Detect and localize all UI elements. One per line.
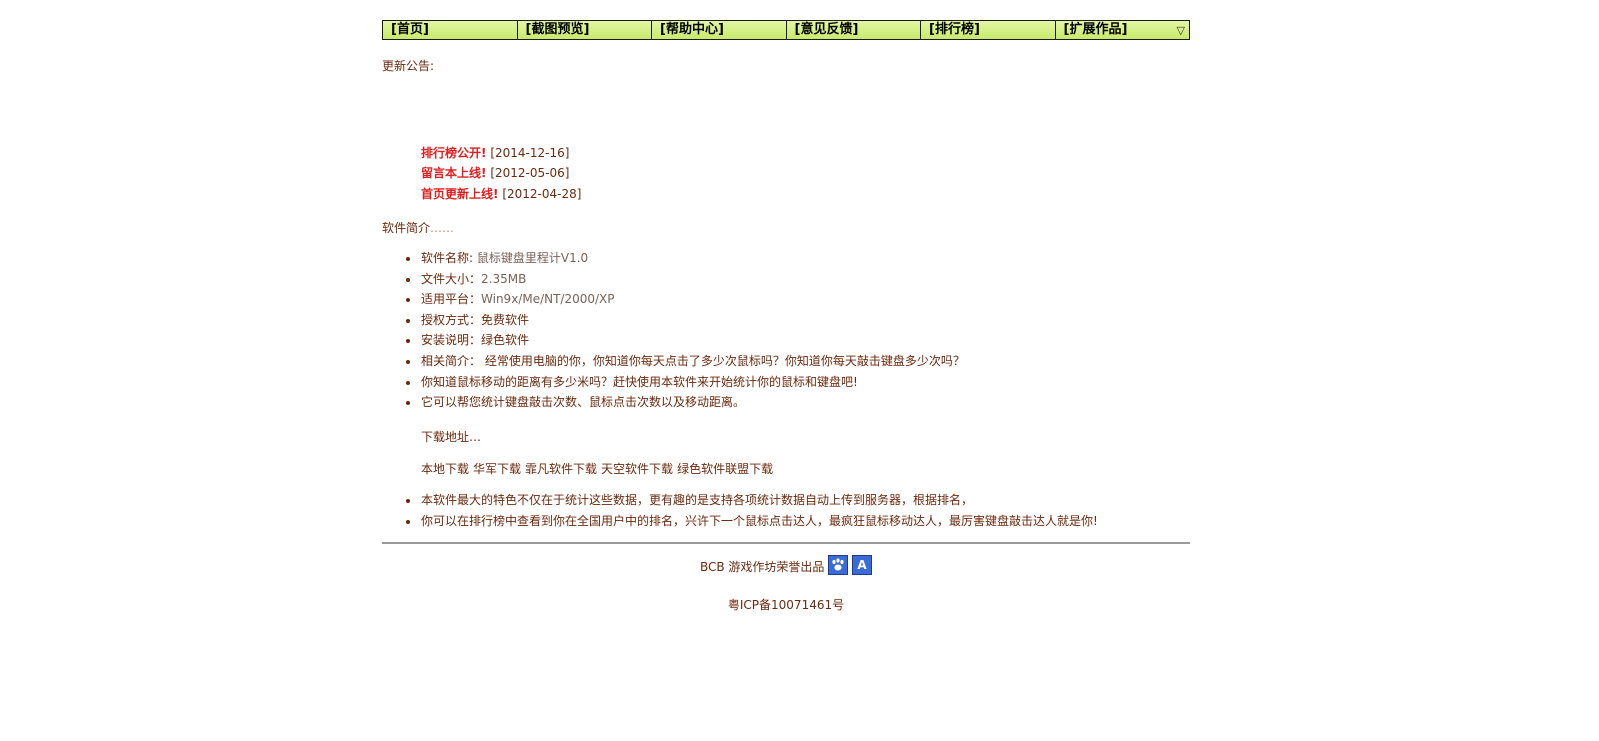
- news-title-link[interactable]: 留言本上线!: [421, 166, 486, 180]
- feature-value: 2.35MB: [481, 271, 527, 286]
- download-heading: 下载地址…: [421, 430, 482, 444]
- download-links: 本地下载 华军下载 霏凡软件下载 天空软件下载 绿色软件联盟下载: [421, 460, 777, 477]
- feature-value: 经常使用电脑的你，你知道你每天点击了多少次鼠标吗？你知道你每天敲击键盘多少次吗？: [481, 353, 965, 368]
- page-container: [首页] [截图预览] [帮助中心] [意见反馈] [排行榜] [扩展作品] ▽…: [382, 20, 1190, 612]
- download-link-skycn[interactable]: 天空软件下载: [601, 462, 673, 476]
- news-item: 排行榜公开! [2014-12-16]: [421, 144, 569, 161]
- feature-list: 软件名称: 鼠标键盘里程计V1.0 文件大小：2.35MB 适用平台：Win9x…: [382, 248, 965, 413]
- download-link-huajun[interactable]: 华军下载: [473, 462, 521, 476]
- divider: [382, 542, 1190, 544]
- feature-list-extra: 本软件最大的特色不仅在于统计这些数据，更有趣的是支持各项统计数据自动上传到服务器…: [382, 490, 1098, 531]
- nav-feedback[interactable]: [意见反馈]: [787, 21, 921, 39]
- feature-key: 安装说明：: [421, 333, 482, 348]
- list-item: 它可以帮您统计键盘敲击次数、鼠标点击次数以及移动距离。: [382, 392, 965, 413]
- intro-ellipsis: ……: [430, 221, 455, 235]
- feature-key: 软件名称:: [421, 251, 477, 265]
- download-link-local[interactable]: 本地下载: [421, 462, 469, 476]
- news-title-link[interactable]: 排行榜公开!: [421, 146, 486, 160]
- nav-ranking[interactable]: [排行榜]: [921, 21, 1056, 39]
- feature-key: 适用平台：: [421, 292, 482, 307]
- feature-key: 文件大小：: [421, 271, 482, 286]
- news-title-link[interactable]: 首页更新上线!: [421, 187, 498, 201]
- feature-value: 鼠标键盘里程计V1.0: [476, 251, 589, 265]
- nav-extensions[interactable]: [扩展作品] ▽: [1056, 21, 1190, 39]
- list-item: 本软件最大的特色不仅在于统计这些数据，更有趣的是支持各项统计数据自动上传到服务器…: [382, 490, 1098, 511]
- news-date: [2012-04-28]: [502, 187, 582, 201]
- nav-screenshots[interactable]: [截图预览]: [518, 21, 652, 39]
- list-item: 你知道鼠标移动的距离有多少米吗？赶快使用本软件来开始统计你的鼠标和键盘吧!: [382, 372, 965, 393]
- nav-extensions-label: [扩展作品]: [1063, 22, 1128, 37]
- top-nav: [首页] [截图预览] [帮助中心] [意见反馈] [排行榜] [扩展作品] ▽: [382, 20, 1190, 40]
- icp-record[interactable]: 粤ICP备10071461号: [382, 596, 1190, 613]
- feature-value: 你知道鼠标移动的距离有多少米吗？赶快使用本软件来开始统计你的鼠标和键盘吧!: [421, 374, 858, 389]
- intro-heading-text: 软件简介: [382, 221, 431, 235]
- paw-icon[interactable]: [828, 555, 849, 575]
- news-item: 留言本上线! [2012-05-06]: [421, 164, 569, 181]
- list-item: 文件大小：2.35MB: [382, 269, 965, 290]
- feature-key: 相关简介：: [421, 353, 482, 368]
- feature-key: 授权方式：: [421, 312, 482, 327]
- feature-value: 绿色软件: [481, 333, 530, 348]
- announcement-heading: 更新公告:: [382, 59, 435, 73]
- nav-feedback-label: [意见反馈]: [794, 22, 859, 37]
- dropdown-arrow-icon[interactable]: ▽: [1177, 22, 1185, 40]
- news-date: [2012-05-06]: [490, 166, 570, 180]
- feature-value: Win9x/Me/NT/2000/XP: [481, 292, 615, 307]
- download-link-greensoft[interactable]: 绿色软件联盟下载: [677, 462, 773, 476]
- nav-help-label: [帮助中心]: [660, 22, 724, 37]
- credit-text: BCB 游戏作坊荣誉出品: [699, 560, 825, 574]
- intro-heading: 软件简介……: [382, 219, 454, 236]
- list-item: 相关简介： 经常使用电脑的你，你知道你每天点击了多少次鼠标吗？你知道你每天敲击键…: [382, 351, 965, 372]
- nav-help[interactable]: [帮助中心]: [652, 21, 787, 39]
- feature-value: 免费软件: [481, 312, 530, 327]
- download-link-feifan[interactable]: 霏凡软件下载: [525, 462, 597, 476]
- footer-credit: BCB 游戏作坊荣誉出品 A: [382, 555, 1190, 575]
- feature-value: 它可以帮您统计键盘敲击次数、鼠标点击次数以及移动距离。: [421, 395, 746, 410]
- nav-home[interactable]: [首页]: [383, 21, 518, 39]
- news-item: 首页更新上线! [2012-04-28]: [421, 185, 581, 202]
- list-item: 安装说明：绿色软件: [382, 330, 965, 351]
- news-date: [2014-12-16]: [490, 146, 570, 160]
- list-item: 授权方式：免费软件: [382, 310, 965, 331]
- nav-ranking-label: [排行榜]: [929, 22, 980, 37]
- nav-screenshots-label: [截图预览]: [525, 22, 590, 37]
- list-item: 适用平台：Win9x/Me/NT/2000/XP: [382, 289, 965, 310]
- list-item: 软件名称: 鼠标键盘里程计V1.0: [382, 248, 965, 269]
- nav-home-label: [首页]: [391, 22, 429, 37]
- a-badge-icon[interactable]: A: [852, 555, 873, 575]
- list-item: 你可以在排行榜中查看到你在全国用户中的排名，兴许下一个鼠标点击达人，最疯狂鼠标移…: [382, 511, 1098, 532]
